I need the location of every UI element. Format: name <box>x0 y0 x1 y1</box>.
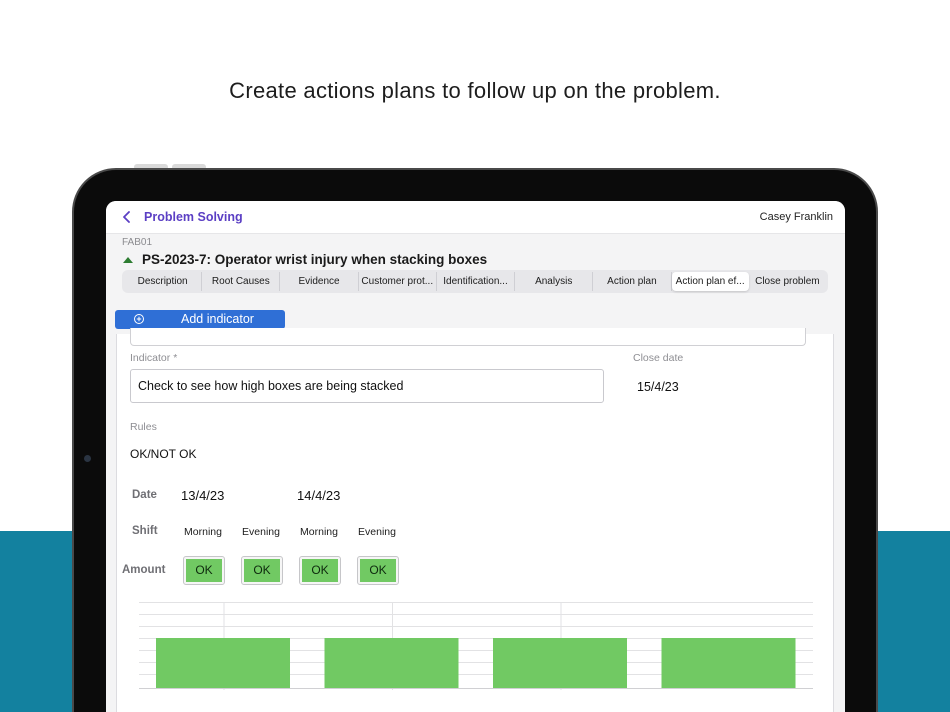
indicator-input[interactable]: Check to see how high boxes are being st… <box>130 369 604 403</box>
shift-cell: Evening <box>242 526 280 538</box>
indicator-bar-chart <box>139 602 813 690</box>
shift-cell: Morning <box>300 526 338 538</box>
amount-ok-button[interactable]: OK <box>299 556 341 585</box>
tab-2[interactable]: Root Causes <box>202 272 281 291</box>
amount-value: OK <box>186 559 222 582</box>
tab-1[interactable]: Description <box>124 272 203 291</box>
tab-7[interactable]: Action plan <box>593 272 672 291</box>
chevron-left-icon[interactable] <box>120 209 134 225</box>
plus-circle-icon <box>134 314 144 324</box>
user-name[interactable]: Casey Franklin <box>760 211 833 223</box>
tab-6[interactable]: Analysis <box>515 272 594 291</box>
amount-ok-button[interactable]: OK <box>183 556 225 585</box>
tab-3[interactable]: Evidence <box>280 272 359 291</box>
indicator-card: Indicator * Close date Check to see how … <box>116 328 834 712</box>
chart-bar <box>156 638 290 688</box>
problem-title: PS-2023-7: Operator wrist injury when st… <box>142 252 488 267</box>
app-header: Problem Solving Casey Franklin <box>106 201 845 234</box>
rules-label: Rules <box>130 421 157 433</box>
indicator-label: Indicator * <box>130 352 178 364</box>
add-indicator-button[interactable]: Add indicator <box>115 310 285 329</box>
amount-value: OK <box>360 559 396 582</box>
chart-bar <box>324 638 459 688</box>
page-headline: Create actions plans to follow up on the… <box>229 78 721 103</box>
rules-value: OK/NOT OK <box>130 447 197 461</box>
date-row-label: Date <box>132 489 157 501</box>
plant-code: FAB01 <box>122 237 153 248</box>
shift-row-label: Shift <box>132 525 158 537</box>
close-date-label: Close date <box>633 352 684 364</box>
chart-bar <box>493 638 627 688</box>
app-title: Problem Solving <box>144 210 243 224</box>
add-indicator-label: Add indicator <box>181 312 254 326</box>
shift-cell: Evening <box>358 526 396 538</box>
tab-4[interactable]: Customer prot... <box>359 272 437 291</box>
tab-5[interactable]: Identification... <box>437 272 516 291</box>
close-date-value[interactable]: 15/4/23 <box>637 380 679 394</box>
priority-up-icon <box>123 257 133 263</box>
amount-ok-button[interactable]: OK <box>241 556 283 585</box>
date-cell: 14/4/23 <box>297 488 341 503</box>
amount-value: OK <box>244 559 280 582</box>
section-tabs: Description Root Causes Evidence Customer p… <box>122 270 828 293</box>
previous-field <box>130 328 806 346</box>
chart-bar <box>661 638 796 688</box>
amount-ok-button[interactable]: OK <box>357 556 399 585</box>
shift-cell: Morning <box>184 526 222 538</box>
tab-8[interactable]: Action plan ef... <box>671 272 749 291</box>
amount-value: OK <box>302 559 338 582</box>
amount-row-label: Amount <box>122 564 166 576</box>
tab-9[interactable]: Close problem <box>749 272 826 291</box>
tablet-camera <box>84 455 91 462</box>
app-screen: Problem Solving Casey Franklin FAB01 PS-… <box>106 201 845 712</box>
date-cell: 13/4/23 <box>181 488 225 503</box>
